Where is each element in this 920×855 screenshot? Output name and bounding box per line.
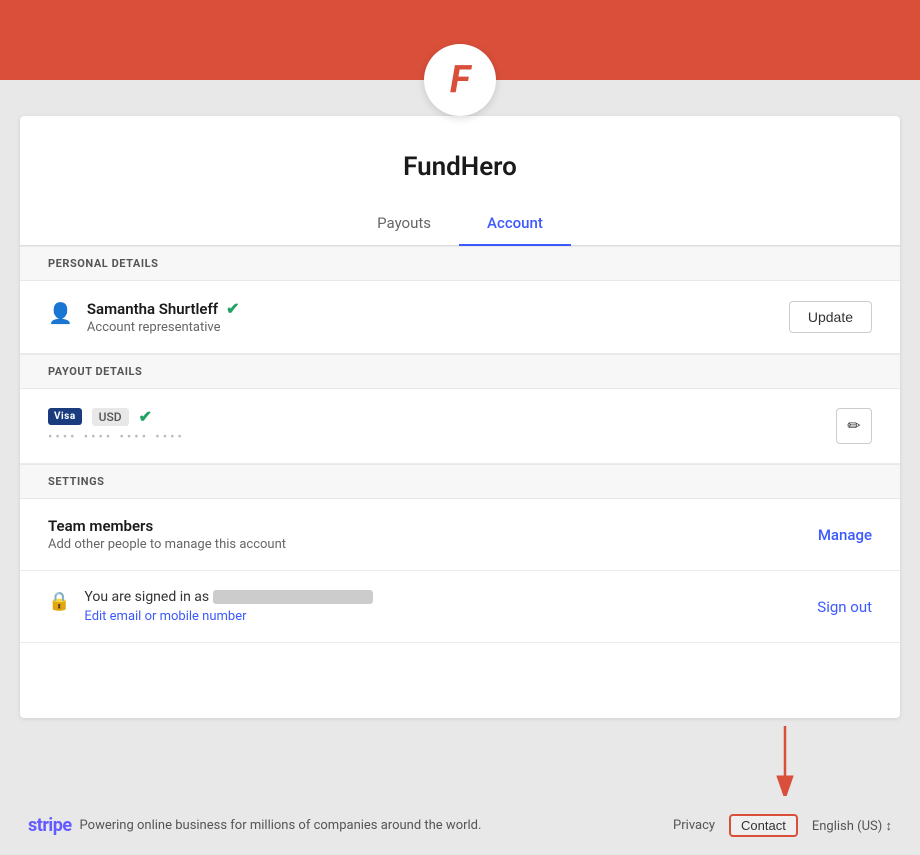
visa-badge: Visa xyxy=(48,408,82,425)
footer-tagline: Powering online business for millions of… xyxy=(80,818,482,833)
stripe-logo: stripe xyxy=(28,815,72,836)
tab-account[interactable]: Account xyxy=(459,202,571,246)
page-wrapper: F FundHero Payouts Account PERSONAL DETA… xyxy=(0,0,920,855)
team-members-left: Team members Add other people to manage … xyxy=(48,517,286,552)
footer-left: stripe Powering online business for mill… xyxy=(28,815,481,836)
signed-in-email-blur xyxy=(213,590,373,604)
payout-card-info: Visa USD ✔ xyxy=(48,407,185,426)
signed-in-left: 🔒 You are signed in as Edit email or mob… xyxy=(48,589,377,624)
footer-right: Privacy Contact English (US) ↕ xyxy=(673,814,892,837)
personal-details-content: Samantha Shurtleff ✔ Account representat… xyxy=(87,299,240,335)
team-content: Team members Add other people to manage … xyxy=(48,517,286,552)
verified-icon: ✔ xyxy=(226,299,239,318)
card-dots: •••• •••• •••• •••• xyxy=(48,430,185,445)
tab-payouts[interactable]: Payouts xyxy=(349,202,459,246)
signed-in-prefix: You are signed in as xyxy=(84,589,209,605)
logo-letter: F xyxy=(450,61,470,99)
payout-details-left: Visa USD ✔ •••• •••• •••• •••• xyxy=(48,407,185,445)
user-role: Account representative xyxy=(87,320,240,335)
signed-in-text: You are signed in as xyxy=(84,589,377,605)
manage-link[interactable]: Manage xyxy=(818,526,872,544)
top-bar: F xyxy=(0,0,920,80)
person-icon: 👤 xyxy=(48,301,73,325)
contact-button[interactable]: Contact xyxy=(729,814,798,837)
logo-circle: F xyxy=(424,44,496,116)
team-members-row: Team members Add other people to manage … xyxy=(20,499,900,571)
user-name-row: Samantha Shurtleff ✔ xyxy=(87,299,240,318)
edit-payout-button[interactable]: ✏ xyxy=(836,408,872,444)
arrow-container xyxy=(0,726,920,796)
personal-details-left: 👤 Samantha Shurtleff ✔ Account represent… xyxy=(48,299,240,335)
settings-header: SETTINGS xyxy=(20,464,900,499)
payout-details-header: PAYOUT DETAILS xyxy=(20,354,900,389)
personal-details-header: PERSONAL DETAILS xyxy=(20,246,900,281)
app-title: FundHero xyxy=(20,152,900,182)
payout-content: Visa USD ✔ •••• •••• •••• •••• xyxy=(48,407,185,445)
pencil-icon: ✏ xyxy=(847,416,860,436)
sign-out-link[interactable]: Sign out xyxy=(817,598,872,616)
privacy-link[interactable]: Privacy xyxy=(673,818,715,833)
user-name: Samantha Shurtleff xyxy=(87,300,218,318)
payout-verified-icon: ✔ xyxy=(139,407,152,426)
arrow-down-icon xyxy=(770,726,800,796)
edit-email-link[interactable]: Edit email or mobile number xyxy=(84,609,377,624)
personal-details-row: 👤 Samantha Shurtleff ✔ Account represent… xyxy=(20,281,900,354)
payout-details-row: Visa USD ✔ •••• •••• •••• •••• ✏ xyxy=(20,389,900,464)
footer: stripe Powering online business for mill… xyxy=(0,796,920,855)
signed-in-content: You are signed in as Edit email or mobil… xyxy=(84,589,377,624)
team-title: Team members xyxy=(48,517,286,535)
signed-in-row: 🔒 You are signed in as Edit email or mob… xyxy=(20,571,900,643)
main-card: FundHero Payouts Account PERSONAL DETAIL… xyxy=(20,116,900,718)
lock-icon: 🔒 xyxy=(48,591,70,612)
language-selector[interactable]: English (US) ↕ xyxy=(812,818,892,834)
update-button[interactable]: Update xyxy=(789,301,872,333)
team-sub: Add other people to manage this account xyxy=(48,537,286,552)
tabs-bar: Payouts Account xyxy=(20,202,900,246)
currency-badge: USD xyxy=(92,408,129,426)
